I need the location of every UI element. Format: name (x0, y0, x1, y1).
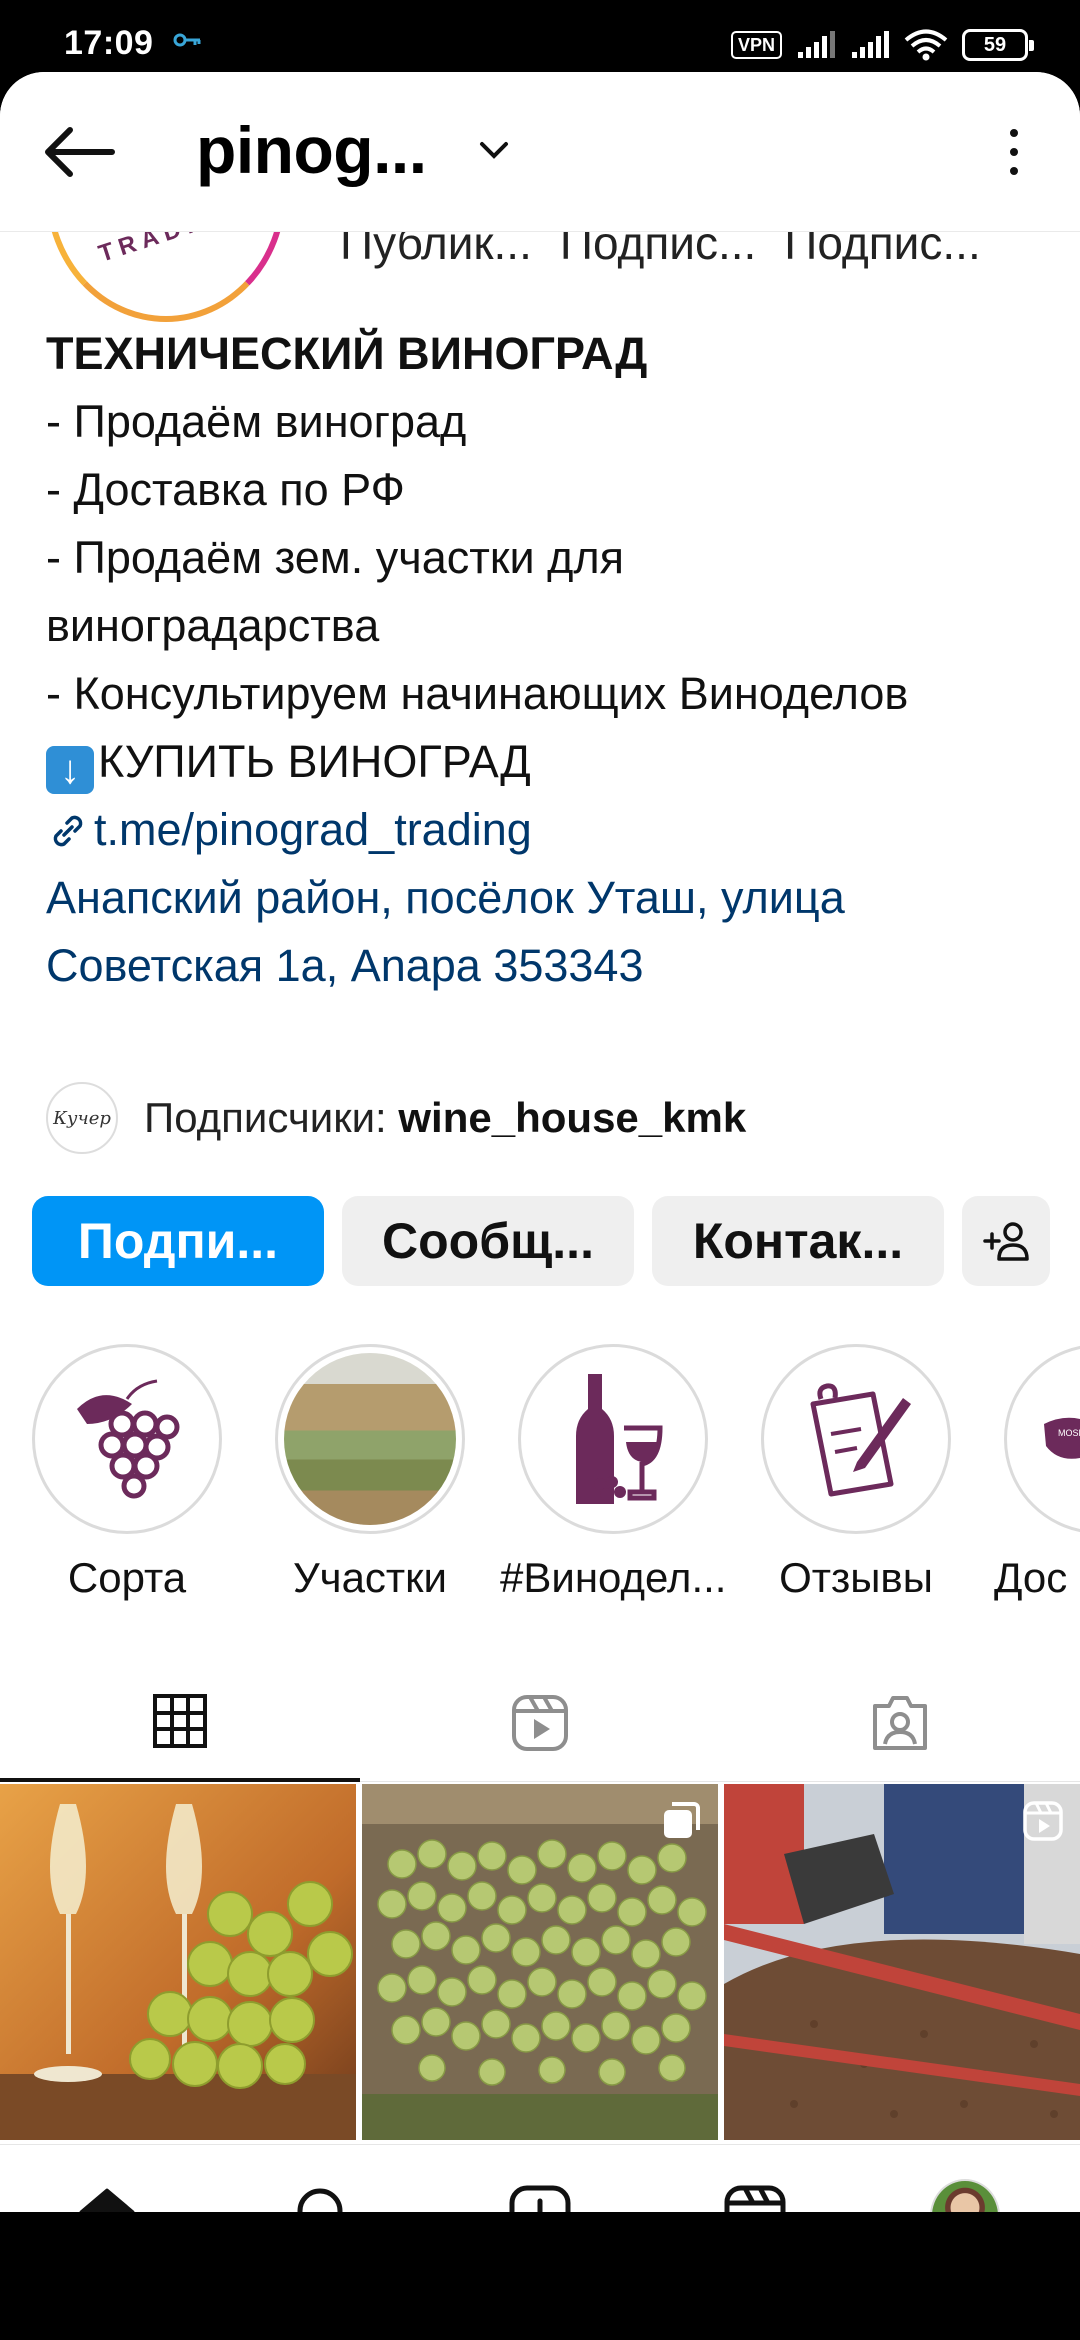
down-arrow-emoji-icon: ↓ (46, 746, 94, 794)
grapes-icon (77, 1379, 180, 1499)
carousel-icon (664, 1802, 700, 1838)
tab-reels[interactable] (360, 1664, 720, 1782)
message-button[interactable]: Сообщ... (342, 1196, 634, 1286)
nav-reels[interactable] (720, 2181, 790, 2212)
add-user-button[interactable] (962, 1196, 1050, 1286)
status-time: 17:09 (64, 24, 154, 62)
bio-link-text[interactable]: t.me/pinograd_trading (94, 804, 532, 855)
post-thumbnail[interactable] (0, 1784, 356, 2140)
reels-icon (1023, 1801, 1063, 1841)
bio-line: - Продаём виноград (46, 396, 467, 447)
wifi-icon (904, 29, 948, 61)
profile-screen: pinog... TRADING Публик... Подпис... Под… (0, 72, 1080, 2212)
profile-avatar-small (930, 2179, 1000, 2212)
followed-by[interactable]: Кучер Подписчики: wine_house_kmk (46, 1082, 746, 1154)
followed-by-text: Подписчики: wine_house_kmk (144, 1094, 746, 1142)
status-bar: 17:09 VPN 59 (0, 0, 1080, 80)
profile-header: pinog... (0, 72, 1080, 232)
highlight-label: Участки (293, 1554, 447, 1601)
content-tabs (0, 1664, 1080, 1782)
tab-tagged[interactable] (720, 1664, 1080, 1782)
status-icons: VPN 59 (730, 28, 1034, 62)
story-highlights: Сорта Участки #Винодел... Отзывы MOS Дос (0, 1344, 1080, 1614)
profile-actions: Подпи... Сообщ... Контак... (32, 1196, 1050, 1286)
wine-bottle-icon (576, 1374, 663, 1504)
highlight-label: Сорта (67, 1554, 187, 1601)
key-icon (173, 33, 201, 47)
follower-avatar: Кучер (46, 1082, 118, 1154)
battery-icon: 59 (962, 29, 1034, 61)
nav-new-post[interactable] (505, 2181, 575, 2212)
highlight-item[interactable]: Отзывы (743, 1344, 969, 1602)
post-thumbnail[interactable] (724, 1784, 1080, 2140)
back-arrow-icon[interactable] (40, 124, 116, 180)
highlight-item[interactable]: MOSKOU Дос (986, 1344, 1080, 1602)
vineyard-photo (284, 1353, 456, 1525)
tagged-icon (873, 1696, 927, 1750)
bio-link[interactable]: t.me/pinograd_trading (46, 796, 1056, 864)
nav-profile[interactable] (930, 2179, 1000, 2212)
nav-home[interactable] (72, 2181, 142, 2212)
bio-address[interactable]: Анапский район, посёлок Уташ, улица Сове… (46, 864, 976, 1000)
reels-icon (512, 1695, 568, 1751)
follow-button[interactable]: Подпи... (32, 1196, 324, 1286)
highlight-item[interactable]: #Винодел... (500, 1344, 726, 1602)
bio-cta: ↓ КУПИТЬ ВИНОГРАД (46, 728, 1056, 796)
followed-by-user[interactable]: wine_house_kmk (398, 1094, 746, 1141)
signal-icon (798, 31, 835, 58)
highlight-label: Дос (994, 1554, 1068, 1601)
tab-grid[interactable] (0, 1664, 360, 1782)
vpn-icon: VPN (730, 31, 782, 59)
chevron-down-icon[interactable] (474, 130, 514, 170)
reels-icon (724, 2185, 786, 2212)
highlight-item[interactable]: Сорта (14, 1344, 240, 1602)
profile-username[interactable]: pinog... (196, 112, 427, 188)
highlight-label: Отзывы (779, 1554, 933, 1601)
new-post-icon (509, 2185, 571, 2212)
search-icon (297, 2188, 343, 2212)
bio-line: - Консультируем начинающих Виноделов (46, 668, 909, 719)
more-vertical-icon[interactable] (984, 122, 1044, 182)
post-image-wine-grapes (0, 1784, 356, 2140)
svg-text:MOSKOU: MOSKOU (1058, 1428, 1080, 1438)
bio-line: - Доставка по РФ (46, 464, 405, 515)
followed-by-prefix: Подписчики: (144, 1094, 387, 1141)
nav-search[interactable] (290, 2181, 360, 2212)
link-icon (53, 815, 83, 847)
profile-bio: ТЕХНИЧЕСКИЙ ВИНОГРАД - Продаём виноград … (46, 320, 1056, 1000)
grid-icon (153, 1694, 207, 1748)
contact-button[interactable]: Контак... (652, 1196, 944, 1286)
post-thumbnail[interactable] (362, 1784, 718, 2140)
bottom-navigation (0, 2144, 1080, 2212)
bio-cta-text: КУПИТЬ ВИНОГРАД (98, 736, 531, 787)
highlight-item[interactable]: Участки (257, 1344, 483, 1602)
post-grid (0, 1784, 1080, 2144)
home-icon (79, 2188, 135, 2212)
bio-title: ТЕХНИЧЕСКИЙ ВИНОГРАД (46, 328, 648, 379)
signal-icon (852, 31, 889, 58)
add-user-icon (983, 1222, 1029, 1261)
notepad-icon (810, 1383, 911, 1497)
highlight-label: #Винодел... (500, 1554, 727, 1601)
russia-map-icon: MOSKOU (1044, 1417, 1080, 1459)
bio-line: - Продаём зем. участки для виноградарств… (46, 532, 625, 651)
